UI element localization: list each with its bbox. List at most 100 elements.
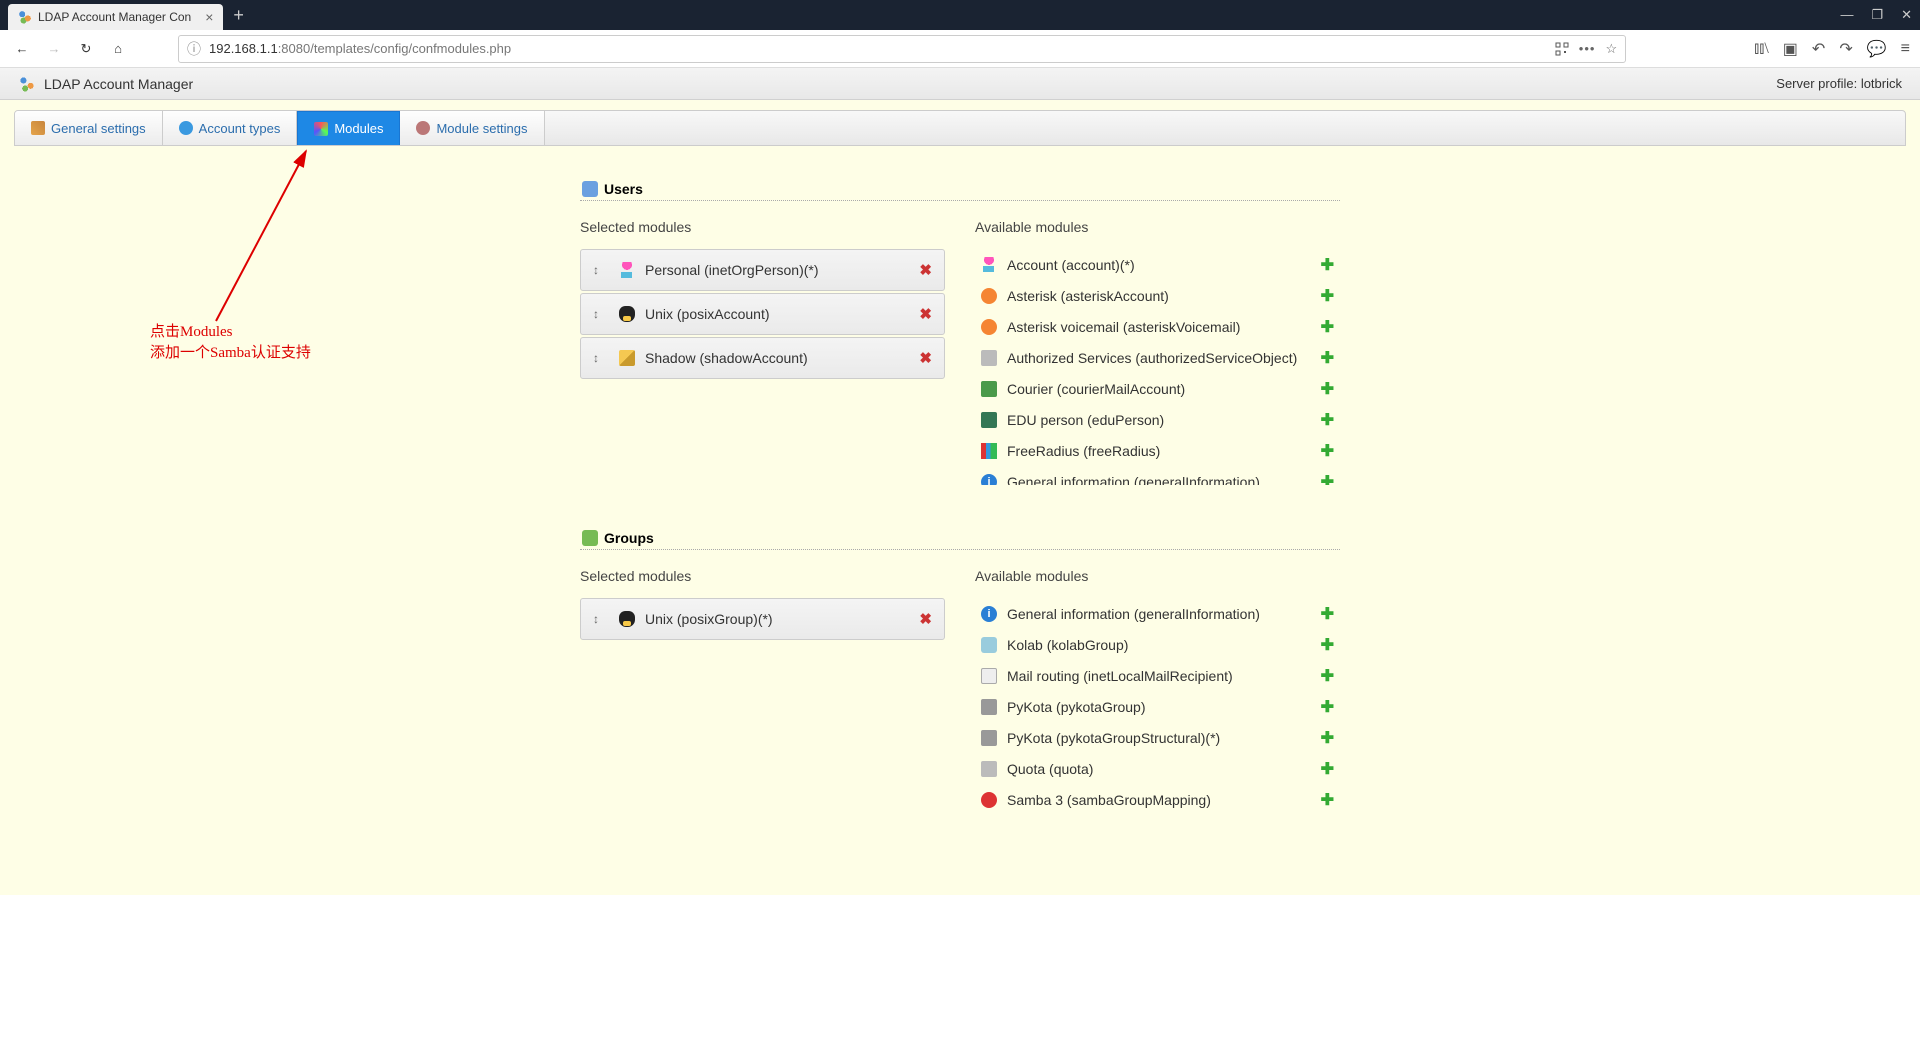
app-title: LDAP Account Manager <box>44 76 193 92</box>
selected-module-item[interactable]: ↕ Shadow (shadowAccount)✖ <box>580 337 945 379</box>
url-bar[interactable]: ⓘ 192.168.1.1:8080/templates/config/conf… <box>178 35 1626 63</box>
server-profile-label: Server profile: lotbrick <box>1776 76 1902 91</box>
module-icon <box>981 474 997 486</box>
add-module-icon[interactable]: ✚ <box>1321 348 1334 368</box>
module-label: PyKota (pykotaGroup) <box>1007 699 1321 715</box>
add-module-icon[interactable]: ✚ <box>1321 472 1334 486</box>
users-selected-column: Selected modules ↕Personal (inetOrgPerso… <box>580 219 945 485</box>
groups-section: Groups Selected modules ↕Unix (posixGrou… <box>580 525 1340 815</box>
add-module-icon[interactable]: ✚ <box>1321 286 1334 306</box>
available-heading: Available modules <box>975 219 1340 235</box>
remove-module-icon[interactable]: ✖ <box>919 305 932 323</box>
module-label: Shadow (shadowAccount) <box>645 350 919 366</box>
module-label: EDU person (eduPerson) <box>1007 412 1321 428</box>
module-icon <box>981 288 997 304</box>
annotation-text: 点击Modules 添加一个Samba认证支持 <box>150 322 311 364</box>
available-module-item: Authorized Services (authorizedServiceOb… <box>975 342 1340 373</box>
module-icon <box>981 443 997 459</box>
back-button[interactable]: ← <box>10 37 34 61</box>
module-label: Authorized Services (authorizedServiceOb… <box>1007 350 1321 366</box>
undo-icon[interactable]: ↶ <box>1812 39 1825 59</box>
chat-icon[interactable]: 💬 <box>1867 39 1887 59</box>
module-icon <box>981 257 997 273</box>
users-available-column: Available modules Account (account)(*)✚A… <box>975 219 1340 485</box>
tab-modules[interactable]: Modules <box>297 111 400 145</box>
drag-handle-icon[interactable]: ↕ <box>593 263 599 277</box>
drag-handle-icon[interactable]: ↕ <box>593 351 599 365</box>
sidebar-icon[interactable]: ▣ <box>1783 39 1798 59</box>
close-window-button[interactable]: ✕ <box>1901 7 1912 23</box>
add-module-icon[interactable]: ✚ <box>1321 635 1334 655</box>
add-module-icon[interactable]: ✚ <box>1321 728 1334 748</box>
add-module-icon[interactable]: ✚ <box>1321 790 1334 810</box>
page-actions-icon[interactable]: ••• <box>1579 41 1596 56</box>
module-label: Samba 3 (sambaGroupMapping) <box>1007 792 1321 808</box>
close-tab-icon[interactable]: × <box>205 9 213 25</box>
url-text: 192.168.1.1:8080/templates/config/confmo… <box>209 41 1555 56</box>
library-icon[interactable]: ⫾⫾\ <box>1754 40 1769 58</box>
tab-general-settings[interactable]: General settings <box>15 111 163 145</box>
module-label: Account (account)(*) <box>1007 257 1321 273</box>
add-module-icon[interactable]: ✚ <box>1321 666 1334 686</box>
add-module-icon[interactable]: ✚ <box>1321 441 1334 461</box>
home-button[interactable]: ⌂ <box>106 37 130 61</box>
module-label: Kolab (kolabGroup) <box>1007 637 1321 653</box>
module-label: Quota (quota) <box>1007 761 1321 777</box>
available-module-item: Mail routing (inetLocalMailRecipient)✚ <box>975 660 1340 691</box>
remove-module-icon[interactable]: ✖ <box>919 261 932 279</box>
maximize-button[interactable]: ❐ <box>1871 7 1883 23</box>
selected-heading: Selected modules <box>580 219 945 235</box>
browser-tab[interactable]: LDAP Account Manager Con × <box>8 4 223 30</box>
tabs-bar: General settings Account types Modules M… <box>14 110 1906 146</box>
remove-module-icon[interactable]: ✖ <box>919 349 932 367</box>
module-icon <box>981 319 997 335</box>
available-module-item: Samba 3 (sambaGroupMapping)✚ <box>975 784 1340 815</box>
module-icon <box>981 637 997 653</box>
menu-icon[interactable]: ≡ <box>1901 40 1910 58</box>
drag-handle-icon[interactable]: ↕ <box>593 307 599 321</box>
selected-module-item[interactable]: ↕Unix (posixGroup)(*)✖ <box>580 598 945 640</box>
tab-title: LDAP Account Manager Con <box>38 10 191 24</box>
remove-module-icon[interactable]: ✖ <box>919 610 932 628</box>
minimize-button[interactable]: — <box>1840 7 1853 23</box>
available-module-item: FreeRadius (freeRadius)✚ <box>975 435 1340 466</box>
selected-module-item[interactable]: ↕Personal (inetOrgPerson)(*)✖ <box>580 249 945 291</box>
add-module-icon[interactable]: ✚ <box>1321 379 1334 399</box>
add-module-icon[interactable]: ✚ <box>1321 255 1334 275</box>
module-icon <box>619 306 635 322</box>
selected-module-item[interactable]: ↕ Unix (posixAccount)✖ <box>580 293 945 335</box>
reload-button[interactable]: ↻ <box>74 37 98 61</box>
redo-icon[interactable]: ↷ <box>1839 39 1852 59</box>
module-icon <box>981 606 997 622</box>
users-section-title: Users <box>604 181 643 197</box>
available-module-item: PyKota (pykotaGroup)✚ <box>975 691 1340 722</box>
tab-module-settings[interactable]: Module settings <box>400 111 544 145</box>
bookmark-icon[interactable]: ☆ <box>1605 41 1617 57</box>
module-icon <box>619 611 635 627</box>
module-label: FreeRadius (freeRadius) <box>1007 443 1321 459</box>
available-module-item: Kolab (kolabGroup)✚ <box>975 629 1340 660</box>
available-module-item: General information (generalInformation)… <box>975 598 1340 629</box>
module-label: Unix (posixAccount) <box>645 306 919 322</box>
available-module-item: General information (generalInformation)… <box>975 466 1340 485</box>
users-icon <box>582 181 598 197</box>
add-module-icon[interactable]: ✚ <box>1321 317 1334 337</box>
window-controls: — ❐ ✕ <box>1840 7 1912 23</box>
page: LDAP Account Manager Server profile: lot… <box>0 68 1920 1039</box>
wrench-icon <box>31 121 45 135</box>
tabs-container: General settings Account types Modules M… <box>0 100 1920 895</box>
available-module-item: Courier (courierMailAccount)✚ <box>975 373 1340 404</box>
add-module-icon[interactable]: ✚ <box>1321 759 1334 779</box>
drag-handle-icon[interactable]: ↕ <box>593 612 599 626</box>
tab-account-types[interactable]: Account types <box>163 111 298 145</box>
modules-icon <box>314 122 328 136</box>
browser-toolbar: ← → ↻ ⌂ ⓘ 192.168.1.1:8080/templates/con… <box>0 30 1920 68</box>
module-icon <box>981 668 997 684</box>
add-module-icon[interactable]: ✚ <box>1321 604 1334 624</box>
new-tab-button[interactable]: + <box>233 5 244 26</box>
qr-icon[interactable] <box>1555 42 1569 56</box>
add-module-icon[interactable]: ✚ <box>1321 697 1334 717</box>
forward-button[interactable]: → <box>42 37 66 61</box>
add-module-icon[interactable]: ✚ <box>1321 410 1334 430</box>
site-info-icon[interactable]: ⓘ <box>187 39 201 59</box>
